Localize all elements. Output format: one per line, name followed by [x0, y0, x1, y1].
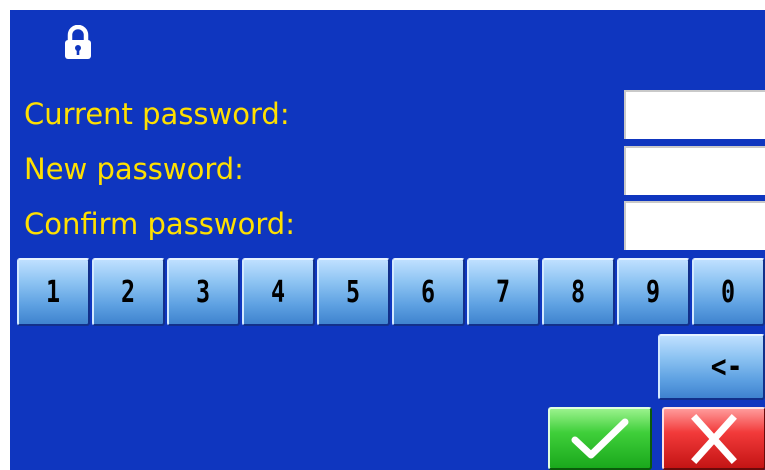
key-4[interactable]: 4: [242, 258, 315, 326]
cancel-button[interactable]: [662, 407, 765, 470]
key-3[interactable]: 3: [167, 258, 240, 326]
confirm-button[interactable]: [548, 407, 652, 470]
close-icon: [691, 413, 737, 464]
key-7[interactable]: 7: [467, 258, 540, 326]
key-1[interactable]: 1: [17, 258, 90, 326]
key-label: 7: [496, 274, 511, 310]
new-password-field[interactable]: [624, 146, 765, 195]
key-label: 6: [421, 274, 436, 310]
key-label: 1: [46, 274, 61, 310]
key-label: 0: [721, 274, 736, 310]
key-label: 4: [271, 274, 286, 310]
key-2[interactable]: 2: [92, 258, 165, 326]
key-6[interactable]: 6: [392, 258, 465, 326]
key-label: 3: [196, 274, 211, 310]
lock-icon: [65, 25, 91, 59]
key-label: 8: [571, 274, 586, 310]
key-9[interactable]: 9: [617, 258, 690, 326]
new-password-label: New password:: [24, 152, 244, 186]
key-0[interactable]: 0: [692, 258, 765, 326]
current-password-label: Current password:: [24, 97, 290, 131]
backspace-label: <-: [710, 349, 743, 385]
key-label: 9: [646, 274, 661, 310]
password-change-screen: Current password: New password: Confirm …: [10, 10, 765, 470]
confirm-password-field[interactable]: [624, 201, 765, 250]
backspace-button[interactable]: <-: [658, 334, 765, 400]
key-label: 2: [121, 274, 136, 310]
key-label: 5: [346, 274, 361, 310]
confirm-password-label: Confirm password:: [24, 207, 295, 241]
key-8[interactable]: 8: [542, 258, 615, 326]
check-icon: [571, 418, 629, 458]
current-password-field[interactable]: [624, 90, 765, 139]
key-5[interactable]: 5: [317, 258, 390, 326]
